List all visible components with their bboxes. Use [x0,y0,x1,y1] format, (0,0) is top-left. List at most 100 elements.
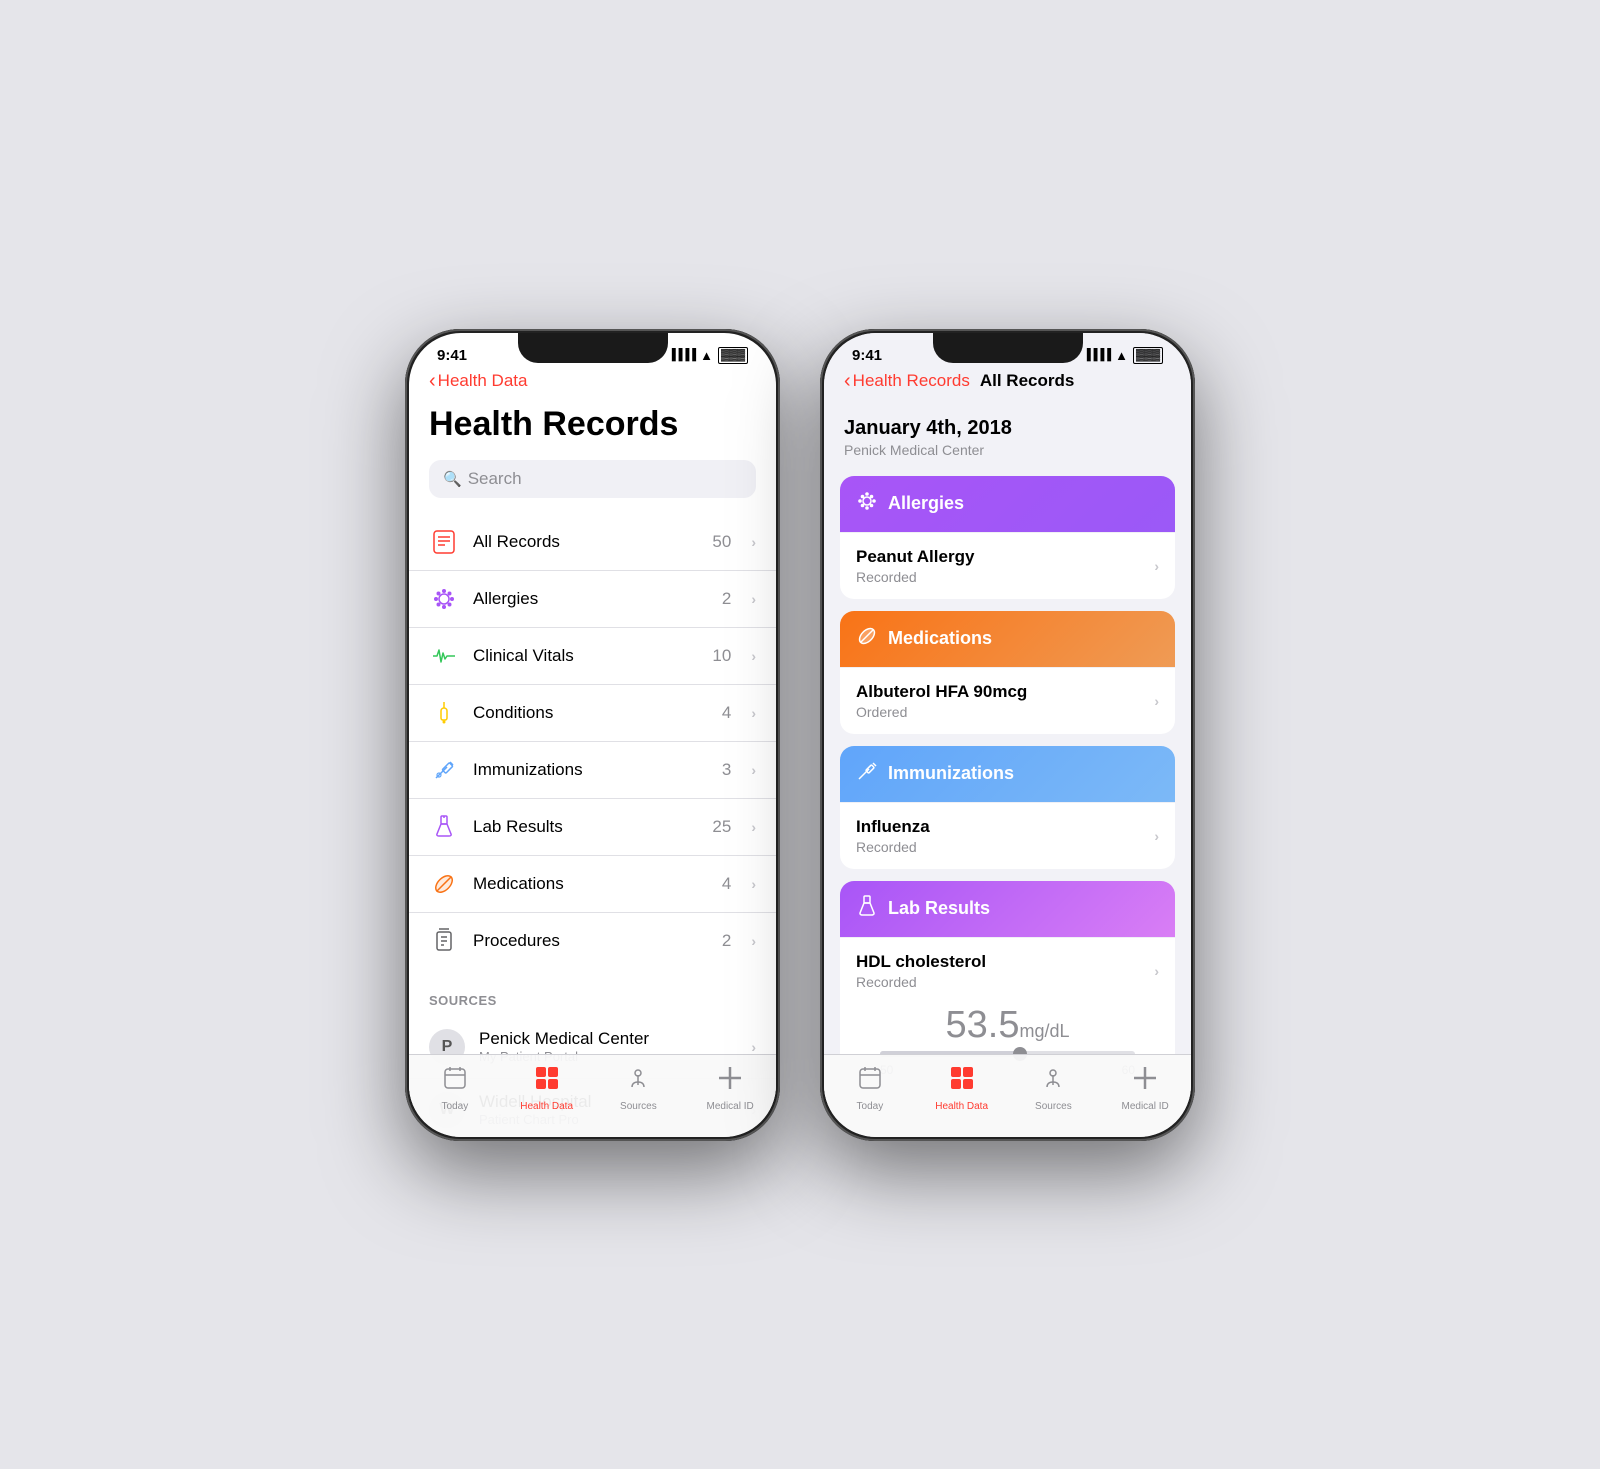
albuterol-chevron: › [1154,693,1159,709]
hdl-chevron: › [1154,963,1159,979]
procedures-count: 2 [722,931,731,951]
tab-medical-id-left[interactable]: Medical ID [684,1065,776,1112]
list-item-clinical-vitals[interactable]: Clinical Vitals 10 › [409,628,776,685]
tab-medical-id-label-left: Medical ID [707,1101,754,1112]
cat-immunizations-header: Immunizations [840,746,1175,802]
procedures-icon [429,926,459,956]
record-facility: Penick Medical Center [844,442,1171,458]
allergies-icon [429,584,459,614]
back-button-right[interactable]: ‹ Health Records [844,370,970,393]
list-item-procedures[interactable]: Procedures 2 › [409,913,776,969]
status-icons-left: ▐▐▐▐ ▲ ▓▓▓ [668,347,748,364]
cat-medications-header: Medications [840,611,1175,667]
list-item-immunizations[interactable]: Immunizations 3 › [409,742,776,799]
record-peanut-allergy[interactable]: Peanut Allergy Recorded › [840,532,1175,599]
influenza-status: Recorded [856,839,1154,855]
page-title-left: Health Records [409,401,776,460]
influenza-name: Influenza [856,817,1154,837]
tab-sources-left[interactable]: Sources [593,1065,685,1112]
lab-cat-label: Lab Results [888,898,990,919]
conditions-count: 4 [722,703,731,723]
back-chevron-left: ‹ [429,370,436,393]
lab-cat-icon [856,895,878,923]
lab-results-icon [429,812,459,842]
all-records-icon [429,527,459,557]
record-influenza[interactable]: Influenza Recorded › [840,802,1175,869]
tab-sources-label-right: Sources [1035,1101,1072,1112]
tab-today-left[interactable]: Today [409,1065,501,1112]
medications-cat-label: Medications [888,628,992,649]
hdl-unit: mg/dL [1019,1021,1069,1041]
sources-header: SOURCES [409,969,776,1016]
immunizations-chevron: › [751,762,756,778]
conditions-icon [429,698,459,728]
immunizations-cat-label: Immunizations [888,763,1014,784]
peanut-status: Recorded [856,569,1154,585]
tab-health-data-left[interactable]: Health Data [501,1065,593,1112]
clinical-vitals-chevron: › [751,648,756,664]
notch-right [933,333,1083,363]
list-item-lab-results[interactable]: Lab Results 25 › [409,799,776,856]
search-icon: 🔍 [443,470,462,488]
medications-icon [429,869,459,899]
medications-count: 4 [722,874,731,894]
nav-bar-left: ‹ Health Data [409,370,776,401]
today-icon-right [857,1065,883,1098]
tab-medical-id-right[interactable]: Medical ID [1099,1065,1191,1112]
peanut-info: Peanut Allergy Recorded [856,547,1154,585]
penick-chevron: › [751,1039,756,1055]
time-left: 9:41 [437,347,467,364]
hdl-row: HDL cholesterol Recorded › [856,952,1159,990]
time-right: 9:41 [852,347,882,364]
back-button-left[interactable]: ‹ Health Data [429,370,527,393]
record-date: January 4th, 2018 [844,417,1171,440]
list-item-allergies[interactable]: Allergies 2 › [409,571,776,628]
tab-today-right[interactable]: Today [824,1065,916,1112]
albuterol-status: Ordered [856,704,1154,720]
back-text-right: Health Records [853,371,970,391]
tab-today-label-left: Today [442,1101,469,1112]
signal-icon: ▐▐▐▐ [668,349,695,361]
list-item-all-records[interactable]: All Records 50 › [409,514,776,571]
peanut-chevron: › [1154,558,1159,574]
all-records-chevron: › [751,534,756,550]
conditions-chevron: › [751,705,756,721]
health-data-icon-right [949,1065,975,1098]
allergies-chevron: › [751,591,756,607]
hdl-chart-value: 53.5mg/dL [856,990,1159,1051]
nav-bar-right: ‹ Health Records All Records [824,370,1191,401]
medications-cat-icon [856,625,878,653]
hdl-name: HDL cholesterol [856,952,1154,972]
lab-results-chevron: › [751,819,756,835]
penick-name: Penick Medical Center [479,1029,737,1049]
sources-icon-left [625,1065,651,1098]
peanut-name: Peanut Allergy [856,547,1154,567]
medications-label: Medications [473,874,708,894]
health-data-icon-left [534,1065,560,1098]
conditions-label: Conditions [473,703,708,723]
hdl-status: Recorded [856,974,1154,990]
tab-health-data-right[interactable]: Health Data [916,1065,1008,1112]
influenza-info: Influenza Recorded [856,817,1154,855]
tab-sources-label-left: Sources [620,1101,657,1112]
albuterol-name: Albuterol HFA 90mcg [856,682,1154,702]
tab-sources-right[interactable]: Sources [1008,1065,1100,1112]
lab-results-count: 25 [712,817,731,837]
search-bar-left[interactable]: 🔍 Search [429,460,756,498]
tab-today-label-right: Today [857,1101,884,1112]
wifi-icon: ▲ [700,348,713,363]
tab-bar-left: Today Health Data Sources [409,1054,776,1137]
clinical-vitals-count: 10 [712,646,731,666]
list-item-medications[interactable]: Medications 4 › [409,856,776,913]
list-item-conditions[interactable]: Conditions 4 › [409,685,776,742]
records-list: All Records 50 › [409,514,776,969]
tab-medical-id-label-right: Medical ID [1122,1101,1169,1112]
all-records-count: 50 [712,532,731,552]
immunizations-label: Immunizations [473,760,708,780]
cat-allergies-header: Allergies [840,476,1175,532]
phone-right: 9:41 ▐▐▐▐ ▲ ▓▓▓ ‹ Health Records All Rec… [820,329,1195,1141]
record-albuterol[interactable]: Albuterol HFA 90mcg Ordered › [840,667,1175,734]
tab-health-data-label-right: Health Data [935,1101,988,1112]
immunizations-cat-icon [856,760,878,788]
back-chevron-right: ‹ [844,370,851,393]
